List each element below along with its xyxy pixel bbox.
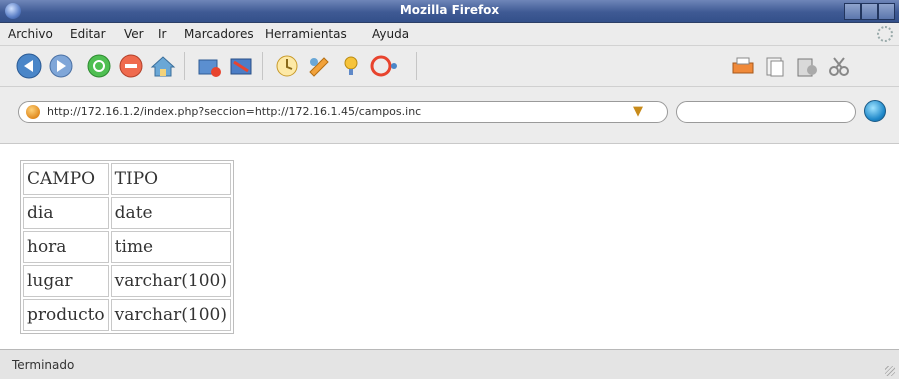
table-row: producto varchar(100) (23, 299, 231, 331)
tips-icon[interactable] (336, 52, 366, 80)
go-arrow-icon[interactable]: ▼ (633, 104, 649, 120)
table-cell: time (110, 231, 231, 263)
table-cell: hora (23, 231, 109, 263)
menu-herramientas[interactable]: Herramientas (265, 27, 347, 41)
menu-archivo[interactable]: Archivo (8, 27, 53, 41)
title-bar: Mozilla Firefox (0, 0, 899, 23)
table-cell: varchar(100) (110, 299, 231, 331)
url-field[interactable]: http://172.16.1.2/index.php?seccion=http… (18, 101, 668, 123)
table-cell: producto (23, 299, 109, 331)
status-text: Terminado (12, 358, 75, 372)
site-favicon-icon (26, 105, 40, 119)
menu-ir[interactable]: Ir (158, 27, 166, 41)
downloads-icon[interactable] (272, 52, 302, 80)
stop-icon[interactable] (116, 52, 146, 80)
navigation-toolbar (0, 46, 899, 87)
toolbar-separator (184, 52, 185, 80)
url-text[interactable]: http://172.16.1.2/index.php?seccion=http… (47, 105, 421, 118)
tabs-icon[interactable] (304, 52, 334, 80)
bookmarks-icon[interactable] (194, 52, 224, 80)
home-icon[interactable] (148, 52, 178, 80)
copy-icon[interactable] (760, 52, 790, 80)
table-row: dia date (23, 197, 231, 229)
print-icon[interactable] (728, 52, 758, 80)
minimize-button[interactable] (844, 3, 861, 20)
toolbar-separator (416, 52, 417, 80)
reload-icon[interactable] (84, 52, 114, 80)
table-cell: dia (23, 197, 109, 229)
resize-grip-icon[interactable] (885, 366, 895, 376)
menu-bar: Archivo Editar Ver Ir Marcadores Herrami… (0, 23, 899, 46)
table-cell: date (110, 197, 231, 229)
toolbar-separator (262, 52, 263, 80)
back-icon[interactable] (14, 52, 44, 80)
search-input[interactable] (676, 101, 856, 123)
window-title: Mozilla Firefox (399, 3, 500, 17)
table-cell: lugar (23, 265, 109, 297)
column-header-campo: CAMPO (23, 163, 109, 195)
column-header-tipo: TIPO (110, 163, 231, 195)
activity-throbber-icon (877, 26, 893, 42)
cut-icon[interactable] (824, 52, 854, 80)
table-row: lugar varchar(100) (23, 265, 231, 297)
history-icon[interactable] (226, 52, 256, 80)
forward-icon[interactable] (46, 52, 76, 80)
table-row: hora time (23, 231, 231, 263)
table-header-row: CAMPO TIPO (23, 163, 231, 195)
close-button[interactable] (878, 3, 895, 20)
menu-ver[interactable]: Ver (124, 27, 144, 41)
refresh-icon[interactable] (368, 52, 398, 80)
page-content: CAMPO TIPO dia date hora time lugar varc… (0, 144, 899, 348)
table-cell: varchar(100) (110, 265, 231, 297)
menu-ayuda[interactable]: Ayuda (372, 27, 409, 41)
menu-editar[interactable]: Editar (70, 27, 106, 41)
search-button[interactable] (864, 100, 886, 122)
location-bar: http://172.16.1.2/index.php?seccion=http… (0, 87, 899, 144)
maximize-button[interactable] (861, 3, 878, 20)
fields-table: CAMPO TIPO dia date hora time lugar varc… (20, 160, 234, 334)
paste-icon[interactable] (792, 52, 822, 80)
status-bar: Terminado (0, 349, 899, 379)
menu-marcadores[interactable]: Marcadores (184, 27, 254, 41)
